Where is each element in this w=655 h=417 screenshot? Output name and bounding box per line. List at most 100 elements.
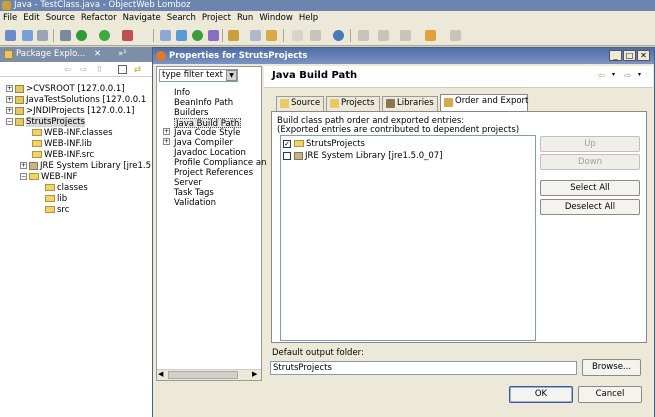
new-interface-icon[interactable] [208, 30, 219, 41]
back-arrow-icon[interactable]: ⇦ [598, 71, 605, 81]
new-class-icon[interactable] [192, 30, 203, 41]
tab-projects[interactable]: Projects [326, 96, 380, 111]
close-button[interactable]: ✕ [637, 50, 650, 61]
output-folder-field[interactable]: StrutsProjects [270, 361, 577, 375]
tree-item[interactable]: WEB-INF.lib [32, 139, 92, 150]
export-checkbox[interactable] [283, 151, 291, 160]
menu-file[interactable]: File [0, 11, 20, 25]
tree-item[interactable]: + >JNDIProjects [127.0.0.1] [6, 106, 134, 117]
scroll-right-icon[interactable]: ▶ [252, 370, 257, 378]
package-explorer-tab[interactable]: Package Explo... ✕ »¹ [0, 47, 156, 62]
toggle-markers-icon[interactable] [292, 30, 303, 41]
menu-source[interactable]: Source [43, 11, 78, 25]
forward-arrow-icon[interactable] [450, 30, 461, 41]
nav-item-project-references[interactable]: Project References [174, 168, 253, 178]
list-item[interactable]: ✓ StrutsProjects [283, 139, 365, 150]
expand-icon[interactable]: + [163, 128, 170, 135]
open-type-icon[interactable] [228, 30, 239, 41]
external-tools-icon[interactable] [122, 30, 133, 41]
collapse-icon[interactable]: − [6, 118, 13, 125]
expand-icon[interactable]: + [163, 138, 170, 145]
list-item[interactable]: JRE System Library [jre1.5.0_07] [283, 151, 443, 162]
menu-refactor[interactable]: Refactor [78, 11, 120, 25]
nav-item-beaninfo-path[interactable]: BeanInfo Path [174, 98, 233, 108]
deselect-all-button[interactable]: Deselect All [540, 199, 640, 215]
ok-button[interactable]: OK [509, 386, 573, 403]
overflow-tabs[interactable]: »¹ [118, 47, 127, 62]
tree-item[interactable]: WEB-INF.src [32, 150, 94, 161]
web-browser-icon[interactable] [333, 30, 344, 41]
previous-annotation-icon[interactable] [378, 30, 389, 41]
tree-item[interactable]: + JavaTestSolutions [127.0.0.1 [6, 95, 146, 106]
tab-source[interactable]: Source [276, 96, 324, 111]
tree-item[interactable]: + >CVSROOT [127.0.0.1] [6, 84, 125, 95]
nav-item-profile-compliance[interactable]: Profile Compliance an [174, 158, 266, 168]
open-task-icon[interactable] [266, 30, 277, 41]
expand-icon[interactable]: + [6, 107, 13, 114]
menu-project[interactable]: Project [199, 11, 234, 25]
menu-help[interactable]: Help [296, 11, 321, 25]
tree-item[interactable]: lib [45, 194, 67, 205]
nav-item-javadoc-location[interactable]: Javadoc Location [174, 148, 246, 158]
debug-icon[interactable] [76, 30, 87, 41]
filter-dropdown-icon[interactable]: ▼ [226, 70, 237, 81]
tab-order-and-export[interactable]: Order and Export [440, 94, 528, 112]
nav-item-task-tags[interactable]: Task Tags [174, 188, 214, 198]
collapse-icon[interactable]: − [20, 173, 27, 180]
nav-item-builders[interactable]: Builders [174, 108, 209, 118]
last-edit-icon[interactable] [400, 30, 411, 41]
forward-menu-icon[interactable]: ▾ [638, 71, 641, 78]
forward-arrow-icon[interactable]: ⇨ [624, 71, 631, 81]
build-icon[interactable] [60, 30, 71, 41]
back-menu-icon[interactable]: ▾ [612, 71, 615, 78]
print-icon[interactable] [37, 30, 48, 41]
link-with-editor-icon[interactable]: ⇄ [134, 65, 141, 75]
tree-item[interactable]: − WEB-INF [20, 172, 77, 183]
nav-item-server[interactable]: Server [174, 178, 202, 188]
up-button[interactable]: Up [540, 136, 640, 152]
menu-navigate[interactable]: Navigate [120, 11, 164, 25]
export-checkbox[interactable]: ✓ [283, 139, 291, 148]
browse-button[interactable]: Browse... [582, 359, 641, 376]
scroll-left-icon[interactable]: ◀ [158, 370, 163, 378]
new-java-project-icon[interactable] [160, 30, 171, 41]
tree-item[interactable]: src [45, 205, 69, 216]
new-package-icon[interactable] [176, 30, 187, 41]
down-button[interactable]: Down [540, 154, 640, 170]
select-all-button[interactable]: Select All [540, 180, 640, 196]
maximize-button[interactable]: □ [623, 50, 636, 61]
run-icon[interactable] [99, 30, 110, 41]
close-icon[interactable]: ✕ [94, 47, 101, 62]
build-path-entries-list[interactable] [280, 135, 536, 341]
expand-icon[interactable]: + [20, 162, 27, 169]
save-icon[interactable] [22, 30, 33, 41]
expand-icon[interactable]: + [6, 85, 13, 92]
menu-run[interactable]: Run [234, 11, 256, 25]
back-icon[interactable]: ⇦ [64, 65, 71, 75]
nav-item-validation[interactable]: Validation [174, 198, 216, 208]
tree-item[interactable]: WEB-INF.classes [32, 128, 113, 139]
menu-edit[interactable]: Edit [20, 11, 42, 25]
collapse-all-icon[interactable] [118, 65, 127, 74]
back-arrow-icon[interactable] [425, 30, 436, 41]
next-annotation-icon[interactable] [358, 30, 369, 41]
nav-item-java-compiler[interactable]: Java Compiler [174, 138, 233, 148]
forward-icon[interactable]: ⇨ [80, 65, 87, 75]
menu-search[interactable]: Search [164, 11, 199, 25]
tab-libraries[interactable]: Libraries [382, 96, 438, 111]
tree-item[interactable]: − StrutsProjects [6, 117, 85, 128]
cancel-button[interactable]: Cancel [578, 386, 642, 403]
new-icon[interactable] [5, 30, 16, 41]
nav-item-java-code-style[interactable]: Java Code Style [174, 128, 240, 138]
nav-item-info[interactable]: Info [174, 88, 190, 98]
nav-scroll-thumb[interactable] [168, 371, 238, 379]
search-icon[interactable] [250, 30, 261, 41]
up-icon[interactable]: ⇧ [96, 65, 103, 75]
tree-item[interactable]: + JRE System Library [jre1.5 [20, 161, 151, 172]
tree-item[interactable]: classes [45, 183, 88, 194]
nav-item-java-build-path[interactable]: Java Build Path [174, 118, 242, 129]
menu-window[interactable]: Window [256, 11, 296, 25]
expand-icon[interactable]: + [6, 96, 13, 103]
annotation-icon[interactable] [310, 30, 321, 41]
minimize-button[interactable]: _ [609, 50, 622, 61]
